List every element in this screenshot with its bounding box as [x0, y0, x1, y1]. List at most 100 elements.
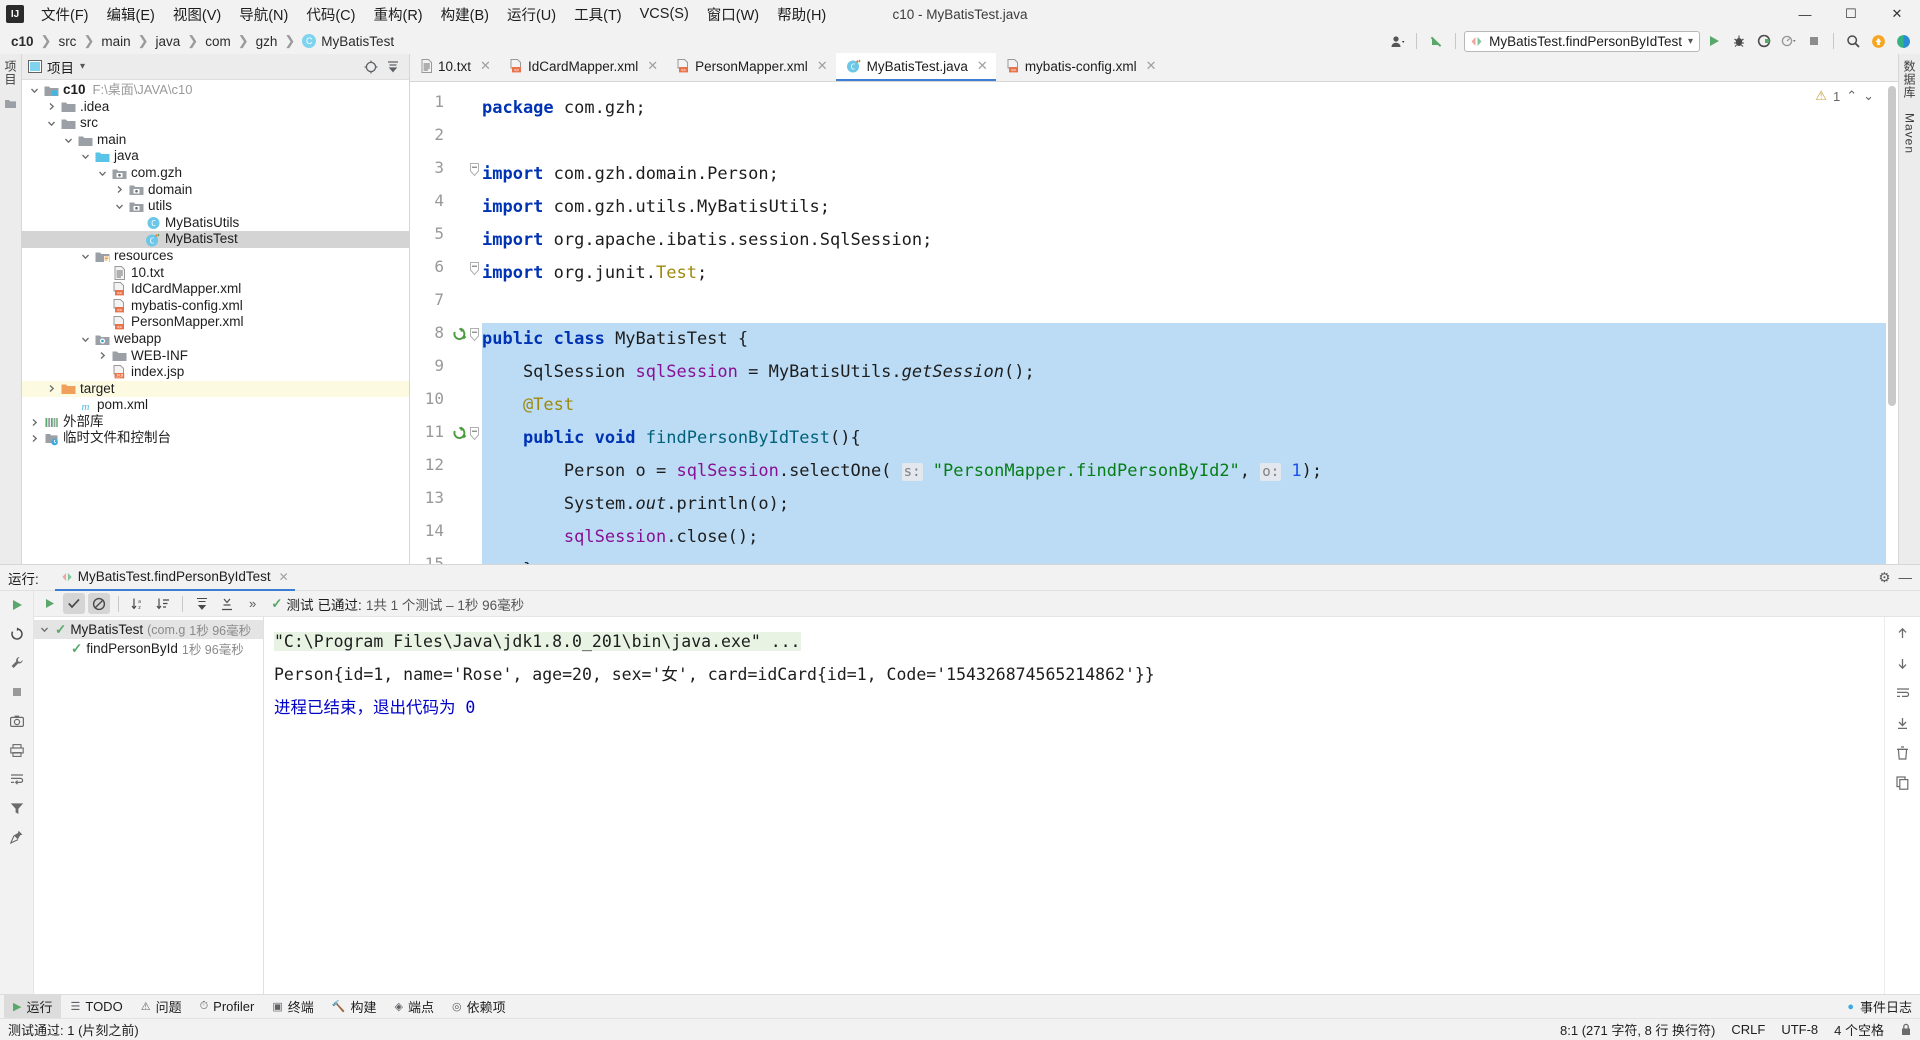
menu-file[interactable]: 文件(F): [32, 1, 98, 28]
breadcrumb-item-src[interactable]: src: [55, 33, 79, 50]
expand-all-button[interactable]: [191, 593, 213, 614]
toolwindow-terminal[interactable]: ▣ 终端: [263, 995, 322, 1018]
code-line[interactable]: sqlSession.close();: [482, 521, 758, 554]
scroll-down-icon[interactable]: [1892, 653, 1914, 673]
code-folding-icon[interactable]: [469, 328, 480, 342]
collapse-all-button[interactable]: [216, 593, 238, 614]
toolwindow-build[interactable]: 🔨 构建: [323, 995, 386, 1018]
code-editor[interactable]: 1 2 3 4 5 6 7 8 9 10 11 12 13 14 15 package com.gzh; im…: [410, 82, 1898, 564]
tree-item-domain[interactable]: domain: [22, 182, 409, 199]
rerun-tests-button[interactable]: [38, 593, 60, 614]
editor-tab-mybatis-config-xml[interactable]: <> mybatis-config.xml ✕: [996, 53, 1165, 81]
menu-navigate[interactable]: 导航(N): [230, 1, 297, 28]
code-line[interactable]: public class MyBatisTest {: [482, 323, 748, 356]
soft-wrap-icon[interactable]: [1892, 683, 1914, 703]
updates-icon[interactable]: [1867, 31, 1889, 51]
tree-item-index-jsp[interactable]: JSP index.jsp: [22, 364, 409, 381]
breadcrumb-item-gzh[interactable]: gzh: [253, 33, 281, 50]
menu-build[interactable]: 构建(B): [432, 1, 498, 28]
code-line[interactable]: SqlSession sqlSession = MyBatisUtils.get…: [482, 356, 1035, 389]
chevron-down-icon[interactable]: [30, 86, 43, 95]
editor-tab-10-txt[interactable]: 10.txt ✕: [410, 53, 499, 81]
menu-tools[interactable]: 工具(T): [565, 1, 631, 28]
tree-item-java[interactable]: java: [22, 148, 409, 165]
toolwindow-dependencies[interactable]: ◎ 依赖项: [443, 995, 515, 1018]
code-line[interactable]: System.out.println(o);: [482, 488, 789, 521]
rail-maven-label[interactable]: Maven: [1903, 113, 1917, 154]
menu-refactor[interactable]: 重构(R): [364, 1, 431, 28]
profile-button[interactable]: [1778, 31, 1800, 51]
chevron-right-icon[interactable]: [115, 185, 128, 194]
minimize-icon[interactable]: —: [1899, 570, 1913, 586]
scroll-up-icon[interactable]: [1892, 623, 1914, 643]
breadcrumb-item-java[interactable]: java: [153, 33, 184, 50]
chevron-down-icon[interactable]: ▾: [80, 61, 85, 72]
breadcrumb-item-main[interactable]: main: [98, 33, 133, 50]
close-icon[interactable]: ✕: [977, 58, 988, 74]
menu-window[interactable]: 窗口(W): [698, 1, 768, 28]
scroll-from-source-icon[interactable]: [361, 57, 381, 77]
tree-item-10-txt[interactable]: 10.txt: [22, 265, 409, 282]
bookmarks-icon[interactable]: [4, 98, 17, 109]
settings-wrench-icon[interactable]: [6, 653, 28, 673]
pin-icon[interactable]: [6, 827, 28, 847]
console-output[interactable]: "C:\Program Files\Java\jdk1.8.0_201\bin\…: [264, 617, 1884, 994]
close-icon[interactable]: ✕: [647, 58, 658, 74]
maximize-button[interactable]: ☐: [1828, 0, 1874, 28]
test-results-tree[interactable]: ✓ MyBatisTest (com.g 1秒 96毫秒 ✓ findPersonById…: [34, 617, 264, 994]
chevron-down-icon[interactable]: [115, 202, 128, 211]
tree-item--[interactable]: 外部库: [22, 414, 409, 431]
code-line[interactable]: package com.gzh;: [482, 92, 646, 125]
close-icon[interactable]: ✕: [279, 570, 289, 584]
menu-help[interactable]: 帮助(H): [768, 1, 835, 28]
tree-item-web-inf[interactable]: WEB-INF: [22, 348, 409, 365]
tree-item-src[interactable]: src: [22, 115, 409, 132]
breadcrumb-item-c10[interactable]: c10: [8, 33, 37, 50]
chevron-up-icon[interactable]: ⌃: [1846, 88, 1857, 104]
line-separator[interactable]: CRLF: [1731, 1022, 1765, 1037]
gear-icon[interactable]: ⚙: [1878, 570, 1890, 586]
toolwindow-run[interactable]: ▶ 运行: [4, 995, 62, 1018]
editor-gutter[interactable]: 1 2 3 4 5 6 7 8 9 10 11 12 13 14 15: [410, 82, 482, 564]
code-line[interactable]: public void findPersonByIdTest(){: [482, 422, 861, 455]
copy-icon[interactable]: [1892, 773, 1914, 793]
sort-by-duration-button[interactable]: [152, 593, 174, 614]
collapse-all-icon[interactable]: [383, 57, 403, 77]
run-test-gutter-icon[interactable]: [452, 327, 467, 342]
tree-item-mybatisutils[interactable]: C MyBatisUtils: [22, 215, 409, 232]
close-icon[interactable]: ✕: [817, 58, 828, 74]
code-folding-icon[interactable]: [469, 262, 480, 276]
stop-icon[interactable]: [6, 682, 28, 702]
minimize-button[interactable]: —: [1782, 0, 1828, 28]
chevron-down-icon[interactable]: [81, 335, 94, 344]
code-line[interactable]: import org.apache.ibatis.session.SqlSess…: [482, 224, 932, 257]
code-line[interactable]: }: [482, 554, 533, 564]
user-account-icon[interactable]: [1386, 31, 1408, 51]
search-icon[interactable]: [1842, 31, 1864, 51]
chevron-right-icon[interactable]: [47, 102, 60, 111]
chevron-down-icon[interactable]: ⌄: [1863, 88, 1874, 104]
chevron-right-icon[interactable]: [98, 351, 111, 360]
run-test-gutter-icon[interactable]: [452, 426, 467, 441]
scrollbar-thumb[interactable]: [1888, 86, 1896, 406]
rerun-failed-icon[interactable]: [6, 624, 28, 644]
project-tree[interactable]: c10 F:\桌面\JAVA\c10 .idea src main java com.gzh…: [22, 80, 409, 564]
tree-item-resources[interactable]: resources: [22, 248, 409, 265]
tree-item-mybatis-config-xml[interactable]: <> mybatis-config.xml: [22, 298, 409, 315]
toolwindow-problems[interactable]: ⚠ 问题: [132, 995, 191, 1018]
debug-button[interactable]: [1728, 31, 1750, 51]
editor-vertical-scrollbar[interactable]: [1886, 82, 1898, 564]
menu-vcs[interactable]: VCS(S): [631, 3, 698, 25]
tree-item-c10[interactable]: c10 F:\桌面\JAVA\c10: [22, 82, 409, 99]
code-line[interactable]: import org.junit.Test;: [482, 257, 707, 290]
caret-position[interactable]: 8:1 (271 字符, 8 行 换行符): [1560, 1020, 1715, 1039]
stop-button[interactable]: [1803, 31, 1825, 51]
ide-theme-icon[interactable]: [1892, 31, 1914, 51]
show-passed-button[interactable]: [63, 593, 85, 614]
menu-code[interactable]: 代码(C): [297, 1, 364, 28]
menu-run[interactable]: 运行(U): [498, 1, 565, 28]
chevron-right-icon[interactable]: [47, 384, 60, 393]
update-project-icon[interactable]: [1425, 31, 1447, 51]
code-content[interactable]: package com.gzh; import com.gzh.domain.Pe…: [482, 82, 1898, 564]
test-tree-row[interactable]: ✓ MyBatisTest (com.g 1秒 96毫秒: [34, 620, 263, 639]
